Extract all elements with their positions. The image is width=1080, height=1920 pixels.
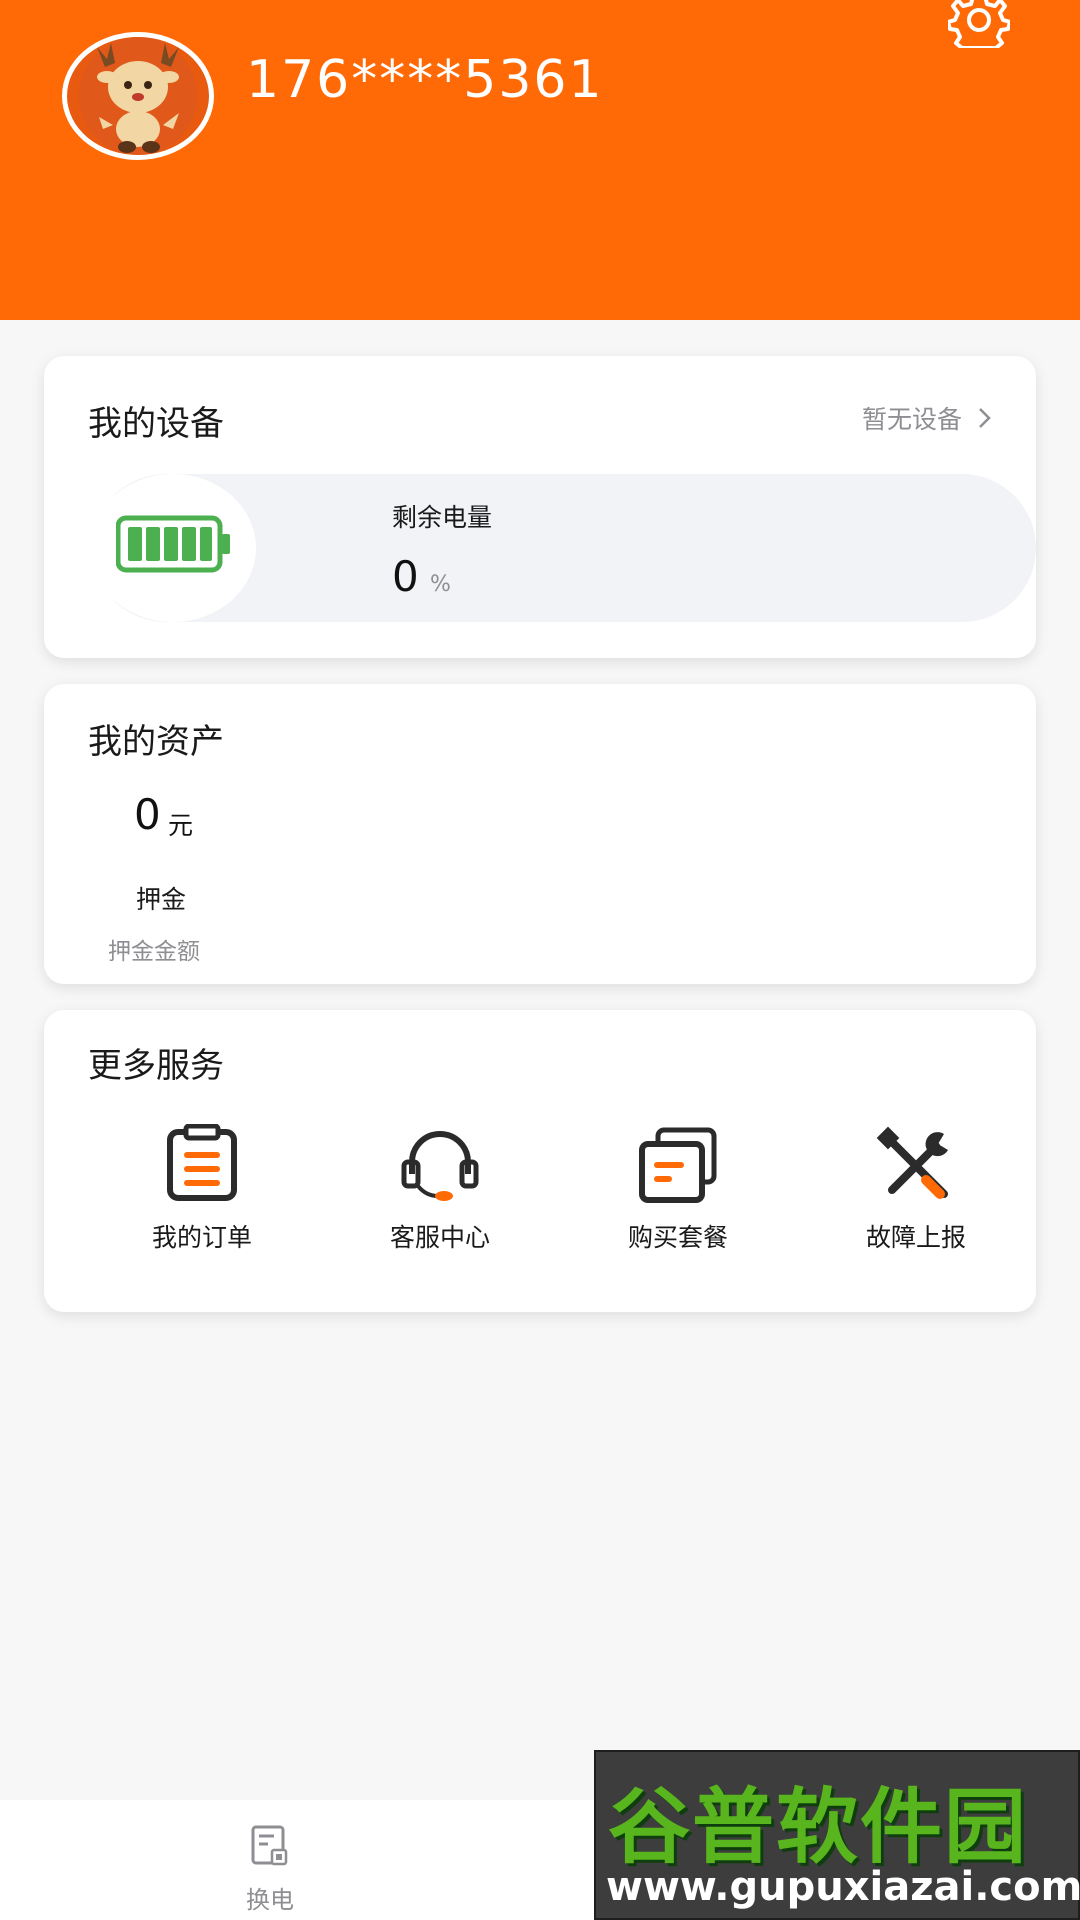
service-label: 购买套餐	[627, 1223, 728, 1252]
headset-icon	[401, 1131, 479, 1201]
remaining-power-label: 剩余电量	[392, 503, 493, 532]
package-icon	[639, 1127, 717, 1203]
tab-swap-battery[interactable]: 换电	[200, 1824, 340, 1915]
more-services-card: 更多服务 我的订单 客服中心 购买套餐 故障上报	[44, 1010, 1036, 1312]
service-label: 客服中心	[389, 1223, 490, 1252]
tab-label: 换电	[246, 1886, 294, 1914]
gear-icon	[946, 0, 1012, 50]
site-watermark: 谷普软件园 www.gupuxiazai.com	[594, 1750, 1080, 1920]
watermark-url: www.gupuxiazai.com	[606, 1864, 1080, 1910]
service-label: 我的订单	[151, 1223, 252, 1252]
no-device-link[interactable]: 暂无设备	[862, 400, 992, 436]
settings-button[interactable]	[946, 0, 1012, 50]
no-device-label: 暂无设备	[861, 405, 962, 434]
deposit-amount-label: 押金金额	[108, 939, 200, 965]
profile-page: 176****5361 我的设备 暂无设备 剩余电量 0 % 我的资产 0 元 …	[0, 0, 1080, 1920]
my-assets-card: 我的资产 0 元 押金 押金金额	[44, 684, 1036, 984]
service-buy-package[interactable]: 购买套餐	[578, 1124, 778, 1274]
device-title: 我的设备	[88, 404, 224, 444]
swap-battery-icon	[251, 1825, 288, 1866]
user-phone: 176****5361	[246, 50, 604, 110]
profile-header: 176****5361	[0, 0, 1080, 320]
deposit-label[interactable]: 押金	[136, 880, 186, 916]
service-label: 故障上报	[865, 1223, 966, 1252]
watermark-site-name: 谷普软件园	[608, 1780, 1029, 1875]
deer-mascot-icon	[79, 37, 197, 155]
service-customer-center[interactable]: 客服中心	[340, 1124, 540, 1274]
avatar[interactable]	[62, 32, 214, 160]
remaining-power-value: 0	[392, 552, 419, 601]
remaining-power-unit: %	[430, 572, 451, 597]
assets-title: 我的资产	[88, 722, 224, 762]
chevron-right-icon	[979, 408, 991, 428]
deposit-unit: 元	[168, 811, 194, 840]
tools-icon	[876, 1126, 948, 1199]
service-my-orders[interactable]: 我的订单	[102, 1124, 302, 1274]
deposit-value: 0	[134, 790, 161, 839]
my-device-card: 我的设备 暂无设备 剩余电量 0 %	[44, 356, 1036, 658]
battery-icon	[116, 515, 230, 573]
services-title: 更多服务	[88, 1046, 224, 1086]
service-fault-report[interactable]: 故障上报	[816, 1124, 1016, 1274]
order-list-icon	[167, 1124, 237, 1201]
